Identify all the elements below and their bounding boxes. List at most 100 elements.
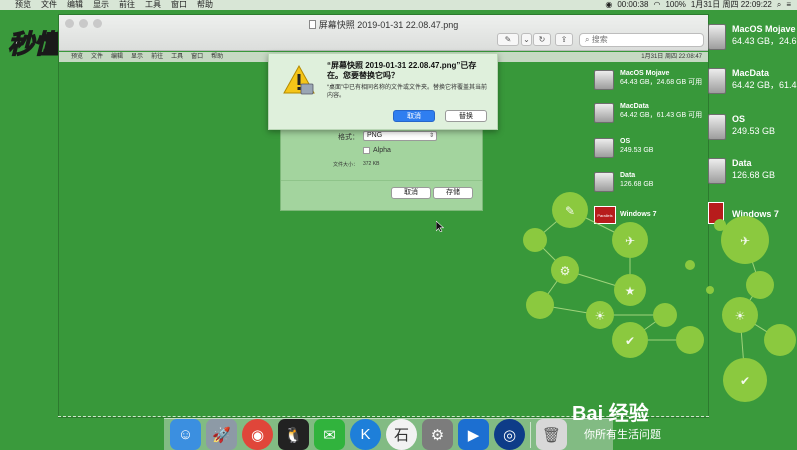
svg-text:✔: ✔ xyxy=(740,374,750,388)
hard-drive-icon xyxy=(594,138,614,158)
inner-menu-go: 前往 xyxy=(151,54,164,60)
inner-menu-preview: 预览 xyxy=(71,54,84,60)
drive-name: MacData xyxy=(620,103,649,110)
inner-menu-help: 帮助 xyxy=(211,54,224,60)
svg-text:⚙: ⚙ xyxy=(560,264,571,278)
document-icon xyxy=(308,20,316,29)
mouse-cursor-icon xyxy=(436,221,444,232)
format-label: 格式： xyxy=(338,134,359,141)
save-button[interactable]: 存储 xyxy=(433,187,473,199)
baidu-jingyan-watermark: Bai 经验 你所有生活问题 xyxy=(572,401,661,441)
replace-alert-dialog: “屏幕快照 2019-01-31 22.08.47.png”已存在。您要替换它吗… xyxy=(268,53,498,130)
shimo-icon[interactable]: 石 xyxy=(386,419,417,450)
menu-go[interactable]: 前往 xyxy=(114,0,140,10)
hard-drive-icon xyxy=(708,24,726,50)
dock: ☺ 🚀 ◉ 🐧 ✉ K 石 ⚙ ▶ ◎ 🗑 xyxy=(164,418,613,450)
quicktime-icon[interactable]: ▶ xyxy=(458,419,489,450)
rotate-icon[interactable]: ↻ xyxy=(533,33,551,46)
save-sheet: 格式： PNG ⇕ Alpha 文件大小： 372 KB 取消 存储 xyxy=(280,125,483,211)
wallpaper-lightbulb-graphic: ✎ ✈ ⚙ ★ ☀ ✔ ✈ ☀ ✔ xyxy=(523,192,796,402)
alert-message: “桌面”中已有相同名称的文件或文件夹。替换它将覆盖其当前内容。 xyxy=(327,85,487,99)
share-icon[interactable]: ⇪ xyxy=(555,33,573,46)
launchpad-icon[interactable]: 🚀 xyxy=(206,419,237,450)
drive-name: OS xyxy=(620,138,631,145)
clock[interactable]: 1月31日 周四 22:09:22 xyxy=(691,0,772,10)
hard-drive-icon xyxy=(708,114,726,140)
top-menubar: 预览 文件 编辑 显示 前往 工具 窗口 帮助 ◉ 00:00:38 ◠ 100… xyxy=(0,0,797,10)
chrome-icon[interactable]: ◉ xyxy=(242,419,273,450)
drive-size: 64.43 GB，24.68 xyxy=(732,36,797,46)
wechat-icon[interactable]: ✉ xyxy=(314,419,345,450)
baidu-brand-text: Bai 经验 xyxy=(572,401,649,425)
inner-clock: 1月31日 周四 22:08:47 xyxy=(641,54,702,60)
menu-view[interactable]: 显示 xyxy=(88,0,114,10)
replace-button[interactable]: 替换 xyxy=(445,110,487,122)
svg-text:☀: ☀ xyxy=(595,309,606,323)
format-value: PNG xyxy=(367,132,383,139)
drive-name: MacData xyxy=(732,68,770,78)
window-title-text: 屏幕快照 2019-01-31 22.08.47.png xyxy=(318,20,459,30)
inner-menu-file: 文件 xyxy=(91,54,104,60)
svg-text:★: ★ xyxy=(625,284,636,298)
battery-percent: 100% xyxy=(665,0,686,9)
chevron-updown-icon: ⇕ xyxy=(428,133,434,139)
drive-name: MacOS Mojave xyxy=(732,24,796,34)
hard-drive-icon xyxy=(708,68,726,94)
drive-size: 64.42 GB，61.43 G xyxy=(732,80,797,90)
filesize-value: 372 KB xyxy=(363,161,380,167)
chevron-down-icon[interactable]: ⌄ xyxy=(521,33,532,46)
menu-preview[interactable]: 预览 xyxy=(10,0,36,10)
system-preferences-icon[interactable]: ⚙ xyxy=(422,419,453,450)
finder-icon[interactable]: ☺ xyxy=(170,419,201,450)
drive-size: 249.53 GB xyxy=(732,126,776,136)
markup-pen-icon[interactable]: ✎ xyxy=(497,33,519,46)
hard-drive-icon xyxy=(594,103,614,123)
trash-icon[interactable]: 🗑 xyxy=(536,419,567,450)
menu-file[interactable]: 文件 xyxy=(36,0,62,10)
drive-size: 249.53 GB xyxy=(620,147,654,154)
menu-edit[interactable]: 编辑 xyxy=(62,0,88,10)
inner-menu-tools: 工具 xyxy=(171,54,184,60)
menu-help[interactable]: 帮助 xyxy=(192,0,218,10)
cancel-button[interactable]: 取消 xyxy=(393,110,435,122)
drive-name: OS xyxy=(732,114,746,124)
svg-text:✈: ✈ xyxy=(625,234,635,248)
format-select[interactable]: PNG ⇕ xyxy=(363,131,437,141)
drive-size: 64.43 GB，24.68 GB 可用 xyxy=(620,79,703,86)
dock-divider xyxy=(530,421,531,448)
window-titlebar: 屏幕快照 2019-01-31 22.08.47.png ✎ ⌄ ↻ ⇪ ⌕ 搜… xyxy=(59,15,708,51)
drive-size: 64.42 GB，61.43 GB 可用 xyxy=(620,112,703,119)
inner-menu-window: 窗口 xyxy=(191,54,204,60)
hard-drive-icon xyxy=(594,70,614,90)
recording-timer: 00:00:38 xyxy=(617,0,649,9)
drive-name: Data xyxy=(620,172,636,179)
warning-icon xyxy=(283,64,315,95)
svg-text:✔: ✔ xyxy=(625,334,635,348)
screen-recorder-icon[interactable]: ◎ xyxy=(494,419,525,450)
svg-text:☀: ☀ xyxy=(735,309,746,323)
drive-name: Data xyxy=(732,158,752,168)
search-input[interactable]: ⌕ 搜索 xyxy=(579,33,704,47)
drive-name: MacOS Mojave xyxy=(620,70,670,77)
baidu-slogan-text: 你所有生活问题 xyxy=(584,427,661,441)
record-icon[interactable]: ◉ xyxy=(605,0,612,10)
filesize-label: 文件大小： xyxy=(333,162,359,168)
menu-window[interactable]: 窗口 xyxy=(166,0,192,10)
search-icon[interactable]: ⌕ xyxy=(777,0,781,10)
menu-tools[interactable]: 工具 xyxy=(140,0,166,10)
inner-apple-icon xyxy=(59,52,67,62)
alpha-label: Alpha xyxy=(373,147,391,154)
window-title: 屏幕快照 2019-01-31 22.08.47.png xyxy=(59,18,708,31)
svg-text:✈: ✈ xyxy=(740,234,750,248)
inner-menu-edit: 编辑 xyxy=(111,54,124,60)
inner-menu-view: 显示 xyxy=(131,54,144,60)
svg-text:✎: ✎ xyxy=(565,204,575,218)
alert-title: “屏幕快照 2019-01-31 22.08.47.png”已存在。您要替换它吗… xyxy=(327,61,477,80)
alpha-checkbox[interactable] xyxy=(363,147,370,154)
notification-center-icon[interactable]: ≡ xyxy=(786,0,791,10)
save-cancel-button[interactable]: 取消 xyxy=(391,187,431,199)
qq-icon[interactable]: 🐧 xyxy=(278,419,309,450)
search-placeholder: 搜索 xyxy=(591,35,608,44)
wifi-icon[interactable]: ◠ xyxy=(653,0,660,10)
kugou-icon[interactable]: K xyxy=(350,419,381,450)
